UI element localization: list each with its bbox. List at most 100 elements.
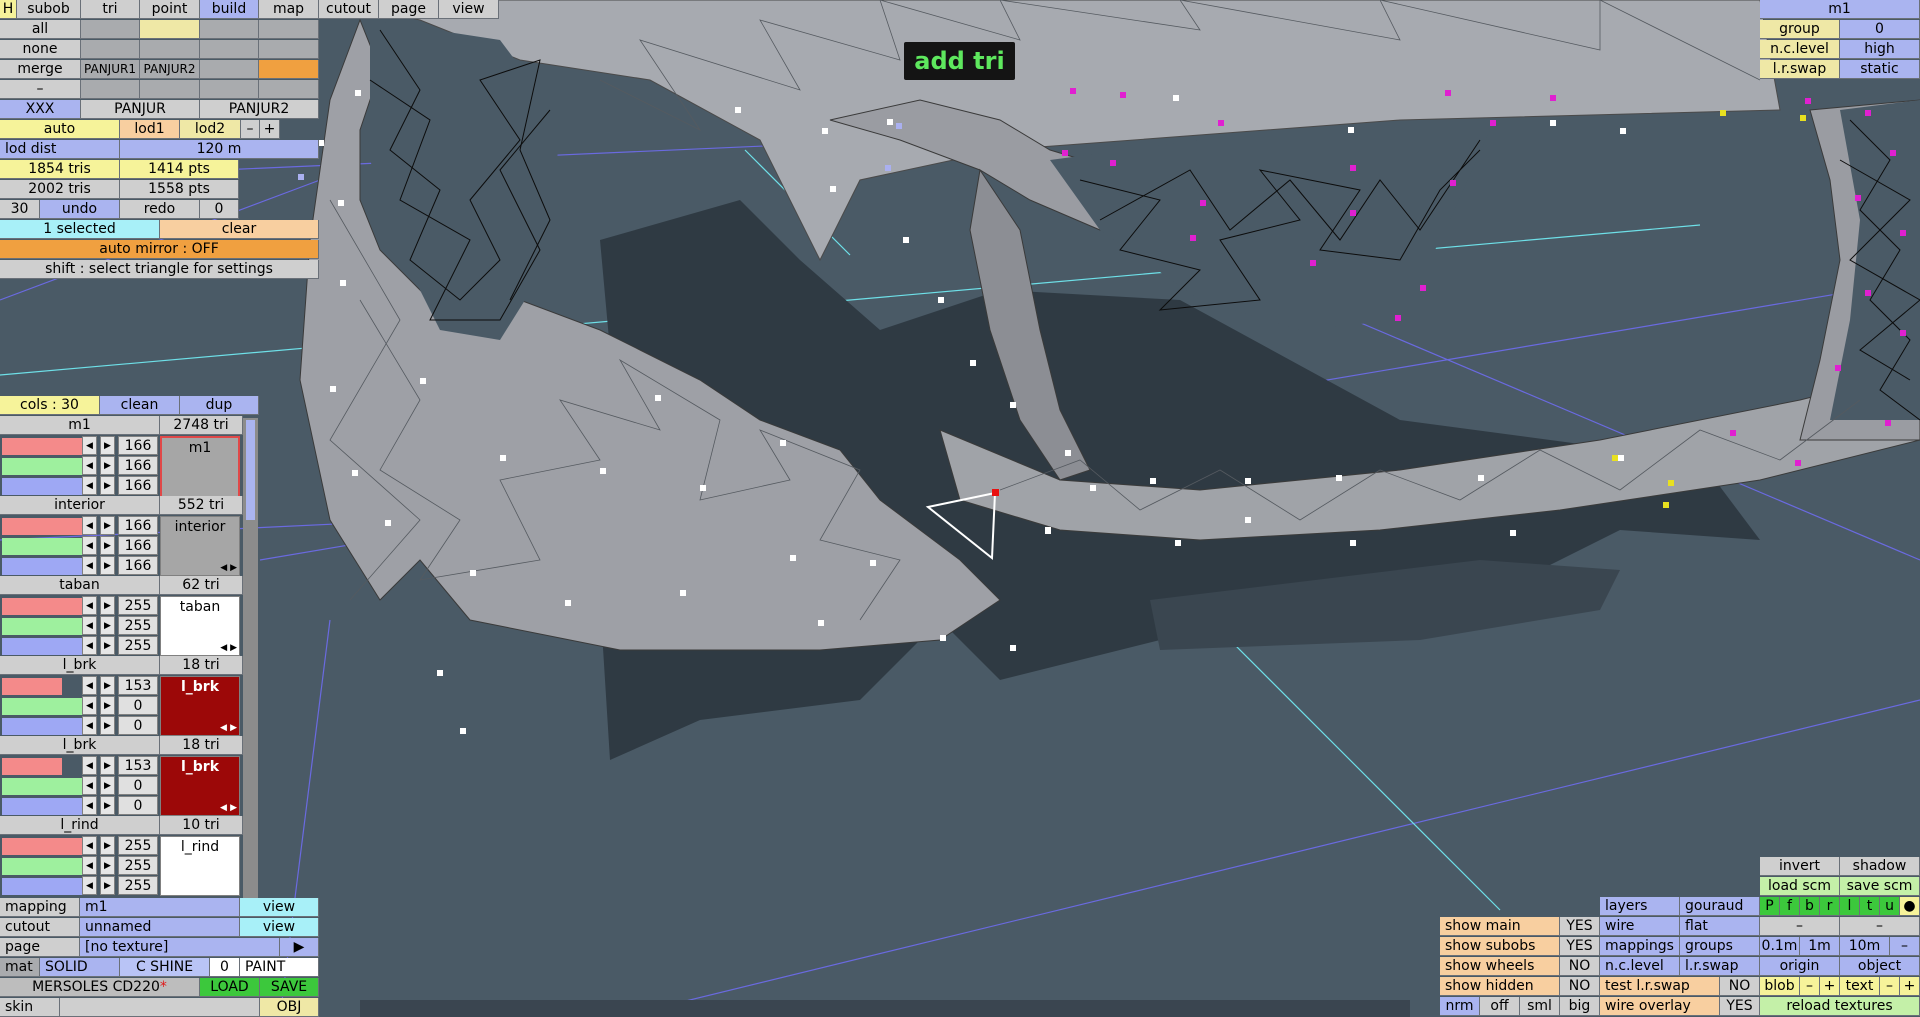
green-slider[interactable] <box>2 778 82 795</box>
red-value[interactable]: 153 <box>118 676 158 695</box>
menu-point[interactable]: point <box>140 0 200 19</box>
text-plus-button[interactable]: + <box>1900 977 1920 996</box>
show-subobs-toggle[interactable]: YES <box>1560 937 1600 956</box>
select-none-button[interactable]: none <box>0 40 81 59</box>
increment-arrow-icon[interactable]: ▶ <box>100 556 115 575</box>
groups-button[interactable]: groups <box>1680 937 1760 956</box>
size-off-button[interactable]: off <box>1480 997 1520 1016</box>
red-value[interactable]: 166 <box>118 516 158 535</box>
red-value[interactable]: 166 <box>118 436 158 455</box>
green-value[interactable]: 255 <box>118 856 158 875</box>
green-value[interactable]: 255 <box>118 616 158 635</box>
page-value[interactable]: [no texture] <box>80 938 280 957</box>
cutout-view-button[interactable]: view <box>240 918 319 937</box>
menu-subob[interactable]: subob <box>17 0 81 19</box>
layer-f-toggle[interactable]: f <box>1780 897 1800 916</box>
red-slider[interactable] <box>2 518 82 535</box>
grid-minus-button[interactable]: – <box>1890 937 1920 956</box>
select-cell[interactable] <box>140 20 200 39</box>
grid-0-1m-button[interactable]: 0.1m <box>1760 937 1800 956</box>
select-cell[interactable] <box>259 80 319 99</box>
cutout-value[interactable]: unnamed <box>80 918 240 937</box>
clean-button[interactable]: clean <box>100 396 180 415</box>
layer-p-toggle[interactable]: P <box>1760 897 1780 916</box>
wire-overlay-toggle[interactable]: YES <box>1720 997 1760 1016</box>
dash-button[interactable]: – <box>1760 917 1840 936</box>
auto-mirror-toggle[interactable]: auto mirror : OFF <box>0 240 319 259</box>
select-cell[interactable] <box>81 40 140 59</box>
green-slider[interactable] <box>2 538 82 555</box>
increment-arrow-icon[interactable]: ▶ <box>100 456 115 475</box>
flat-button[interactable]: flat <box>1680 917 1760 936</box>
decrement-arrow-icon[interactable]: ◀ <box>82 636 97 655</box>
object-panjur[interactable]: PANJUR <box>81 100 200 119</box>
group-value[interactable]: 0 <box>1840 20 1920 39</box>
increment-arrow-icon[interactable]: ▶ <box>100 516 115 535</box>
blue-slider[interactable] <box>2 638 82 655</box>
paint-button[interactable]: PAINT <box>240 958 319 977</box>
material-swatch[interactable]: l_brk ◀ ▶ <box>160 756 240 816</box>
menu-page[interactable]: page <box>379 0 439 19</box>
load-scm-button[interactable]: load scm <box>1760 877 1840 896</box>
blue-value[interactable]: 0 <box>118 796 158 815</box>
solid-button[interactable]: SOLID <box>40 958 120 977</box>
blue-slider[interactable] <box>2 718 82 735</box>
decrement-arrow-icon[interactable]: ◀ <box>82 836 97 855</box>
decrement-arrow-icon[interactable]: ◀ <box>82 616 97 635</box>
size-nrm-button[interactable]: nrm <box>1440 997 1480 1016</box>
size-sml-button[interactable]: sml <box>1520 997 1560 1016</box>
mapping-view-button[interactable]: view <box>240 898 319 917</box>
decrement-arrow-icon[interactable]: ◀ <box>82 716 97 735</box>
select-cell[interactable] <box>200 40 259 59</box>
material-swatch[interactable]: l_rind <box>160 836 240 896</box>
mapping-value[interactable]: m1 <box>80 898 240 917</box>
skin-value[interactable] <box>60 998 260 1017</box>
increment-arrow-icon[interactable]: ▶ <box>100 716 115 735</box>
blue-value[interactable]: 166 <box>118 556 158 575</box>
menu-view[interactable]: view <box>439 0 499 19</box>
green-slider[interactable] <box>2 858 82 875</box>
dash-button[interactable]: – <box>1840 917 1920 936</box>
nc-level-button[interactable]: n.c.level <box>1600 957 1680 976</box>
decrement-arrow-icon[interactable]: ◀ <box>82 856 97 875</box>
increment-arrow-icon[interactable]: ▶ <box>100 676 115 695</box>
shadow-button[interactable]: shadow <box>1840 857 1920 876</box>
show-hidden-toggle[interactable]: NO <box>1560 977 1600 996</box>
load-button[interactable]: LOAD <box>200 978 260 997</box>
green-value[interactable]: 166 <box>118 536 158 555</box>
red-slider[interactable] <box>2 758 62 775</box>
increment-arrow-icon[interactable]: ▶ <box>100 696 115 715</box>
lr-swap-button[interactable]: l.r.swap <box>1680 957 1760 976</box>
decrement-arrow-icon[interactable]: ◀ <box>82 556 97 575</box>
increment-arrow-icon[interactable]: ▶ <box>100 476 115 495</box>
lr-swap-value[interactable]: static <box>1840 60 1920 79</box>
object-xxx[interactable]: XXX <box>0 100 81 119</box>
increment-arrow-icon[interactable]: ▶ <box>100 616 115 635</box>
material-swatch[interactable]: l_brk ◀ ▶ <box>160 676 240 736</box>
layer-b-toggle[interactable]: b <box>1800 897 1820 916</box>
shine-value[interactable]: 0 <box>210 958 240 977</box>
red-value[interactable]: 153 <box>118 756 158 775</box>
red-slider[interactable] <box>2 438 82 455</box>
blue-slider[interactable] <box>2 478 82 495</box>
dup-button[interactable]: dup <box>180 396 259 415</box>
size-big-button[interactable]: big <box>1560 997 1600 1016</box>
red-value[interactable]: 255 <box>118 596 158 615</box>
h-button[interactable]: H <box>0 0 17 19</box>
increment-arrow-icon[interactable]: ▶ <box>100 856 115 875</box>
swatch-arrows-icon[interactable]: ◀ ▶ <box>220 723 237 733</box>
subobject-panjur2[interactable]: PANJUR2 <box>140 60 200 79</box>
red-value[interactable]: 255 <box>118 836 158 855</box>
gouraud-button[interactable]: gouraud <box>1680 897 1760 916</box>
play-icon[interactable]: ▶ <box>280 938 319 957</box>
decrement-arrow-icon[interactable]: ◀ <box>82 456 97 475</box>
redo-button[interactable]: redo <box>120 200 200 219</box>
green-slider[interactable] <box>2 698 82 715</box>
swatch-arrows-icon[interactable]: ◀ ▶ <box>220 803 237 813</box>
menu-cutout[interactable]: cutout <box>319 0 379 19</box>
select-cell[interactable] <box>140 40 200 59</box>
reload-textures-button[interactable]: reload textures <box>1760 997 1920 1016</box>
increment-arrow-icon[interactable]: ▶ <box>100 436 115 455</box>
lod-auto-button[interactable]: auto <box>0 120 120 139</box>
layer-u-toggle[interactable]: u <box>1880 897 1900 916</box>
